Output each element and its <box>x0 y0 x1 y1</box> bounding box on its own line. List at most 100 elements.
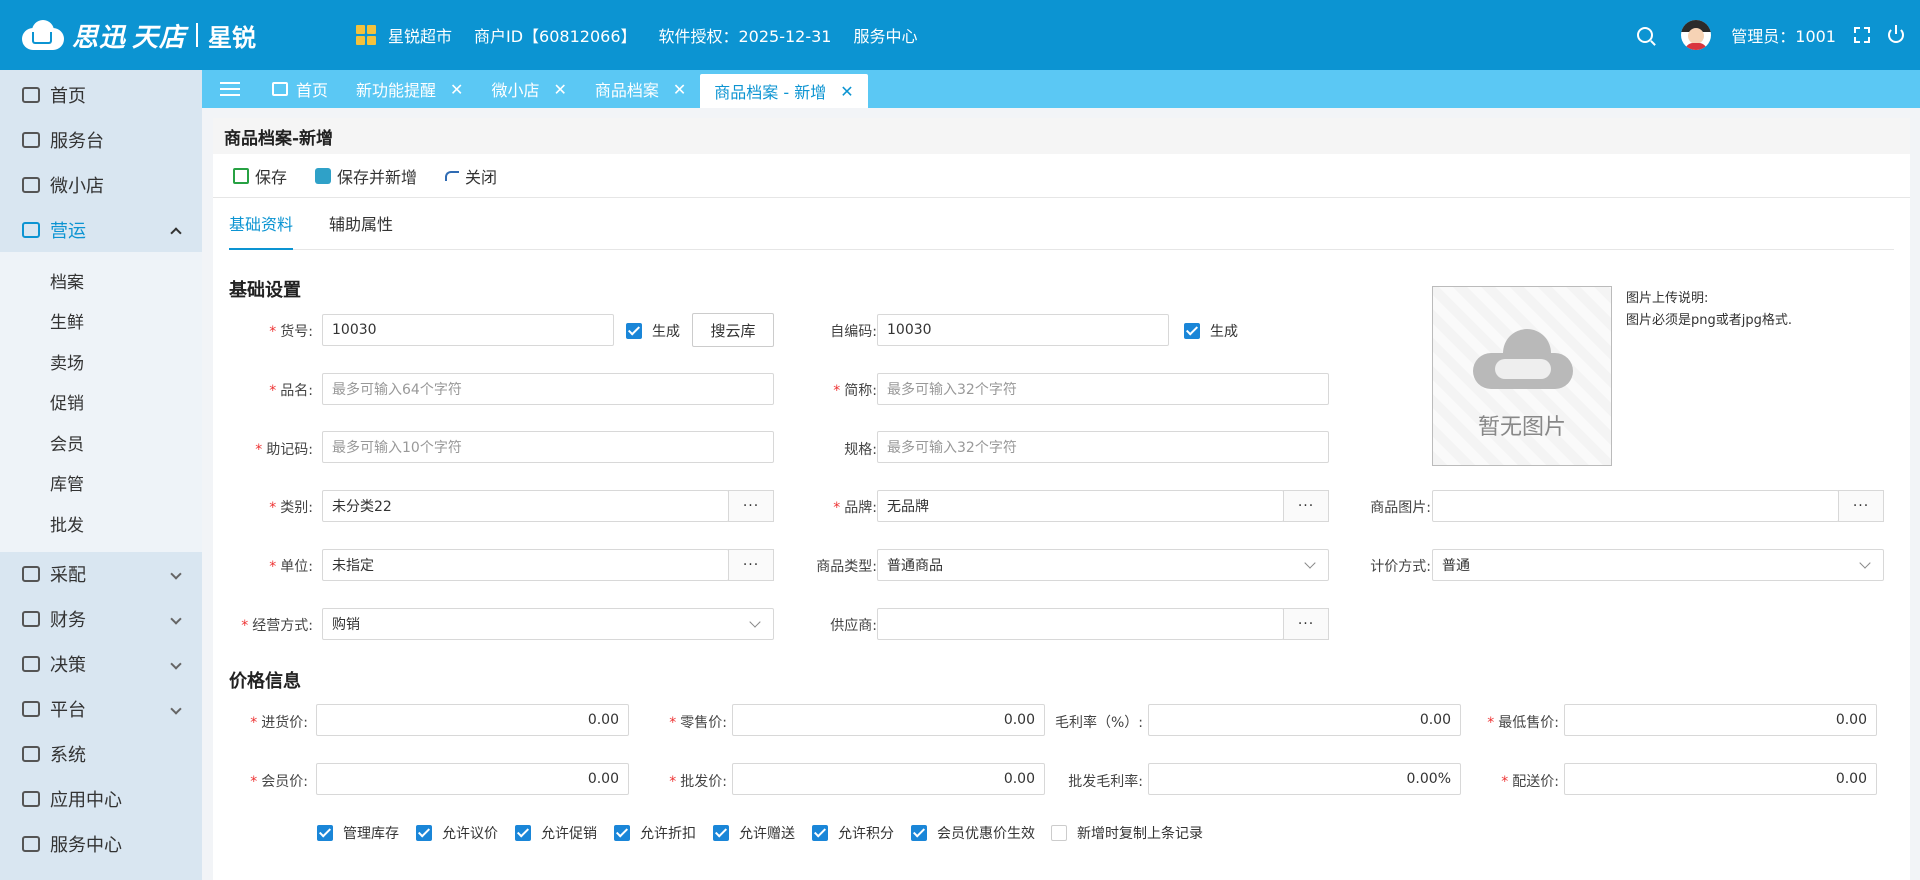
sidebar-item-app-center[interactable]: 应用中心 <box>0 777 202 822</box>
sidebar-item-decision[interactable]: 决策 <box>0 642 202 687</box>
operations-submenu: 档案 生鲜 卖场 促销 会员 库管 批发 <box>0 252 202 552</box>
tab-product-archive[interactable]: 商品档案 ✕ <box>581 70 700 108</box>
sidebar-item-home[interactable]: 首页 <box>0 72 202 117</box>
checkbox-icon <box>812 825 828 841</box>
qr-code-icon[interactable] <box>356 25 376 45</box>
wholesale-price-input[interactable]: 0.00 <box>732 763 1045 795</box>
chevron-down-icon <box>170 567 182 580</box>
tab-bar: 首页 新功能提醒 ✕ 微小店 ✕ 商品档案 ✕ 商品档案 - 新增 ✕ <box>202 70 1920 108</box>
retail-price-input[interactable]: 0.00 <box>732 704 1045 736</box>
option-member-price[interactable]: 会员优惠价生效 <box>911 823 1035 843</box>
sidebar-item-service-center[interactable]: 服务中心 <box>0 822 202 867</box>
option-allow-gift[interactable]: 允许赠送 <box>713 823 795 843</box>
category-picker-button[interactable]: ··· <box>728 490 774 522</box>
mnemonic-input[interactable]: 最多可输入10个字符 <box>322 431 774 463</box>
unit-input[interactable]: 未指定 <box>322 549 729 581</box>
tab-basic-info[interactable]: 基础资料 <box>229 202 294 250</box>
close-button[interactable]: 关闭 <box>445 164 497 188</box>
item-no-label: * 货号: <box>269 324 313 340</box>
store-icon <box>22 176 40 193</box>
generate-code-checkbox[interactable]: 生成 <box>1184 321 1238 341</box>
wholesale-margin-label: 批发毛利率: <box>1068 774 1143 790</box>
monitor-icon <box>22 701 40 717</box>
purchase-price-input[interactable]: 0.00 <box>316 704 629 736</box>
short-name-input[interactable]: 最多可输入32个字符 <box>877 373 1329 405</box>
min-price-input[interactable]: 0.00 <box>1564 704 1877 736</box>
delivery-price-label: * 配送价: <box>1501 774 1559 790</box>
fullscreen-icon[interactable] <box>1854 27 1870 43</box>
close-icon[interactable]: ✕ <box>450 80 463 99</box>
power-icon[interactable] <box>1888 25 1904 43</box>
retail-price-label: * 零售价: <box>669 715 727 731</box>
option-allow-promotion[interactable]: 允许促销 <box>515 823 597 843</box>
checkbox-icon <box>317 825 333 841</box>
sidebar-item-finance[interactable]: 财务 <box>0 597 202 642</box>
tab-micro-store[interactable]: 微小店 ✕ <box>477 70 580 108</box>
sidebar-item-operations[interactable]: 营运 <box>0 207 202 252</box>
option-manage-stock[interactable]: 管理库存 <box>317 823 399 843</box>
product-image-input[interactable] <box>1432 490 1839 522</box>
sidebar-item-procurement[interactable]: 采配 <box>0 552 202 597</box>
avatar[interactable] <box>1681 20 1712 50</box>
margin-rate-input[interactable]: 0.00 <box>1148 704 1461 736</box>
save-button[interactable]: 保存 <box>233 164 287 188</box>
name-input[interactable]: 最多可输入64个字符 <box>322 373 774 405</box>
member-price-input[interactable]: 0.00 <box>316 763 629 795</box>
option-allow-discount[interactable]: 允许折扣 <box>614 823 696 843</box>
tab-product-archive-new[interactable]: 商品档案 - 新增 ✕ <box>700 74 868 108</box>
sidebar-item-micro-store[interactable]: 微小店 <box>0 162 202 207</box>
menu-toggle-icon[interactable] <box>202 70 258 108</box>
goods-type-label: 商品类型: <box>816 559 877 575</box>
search-icon[interactable] <box>1637 27 1654 43</box>
undo-icon <box>445 170 460 181</box>
logo-cloud-icon <box>20 18 66 52</box>
close-icon[interactable]: ✕ <box>553 80 566 99</box>
submenu-floor[interactable]: 卖场 <box>0 341 202 382</box>
brand-input[interactable]: 无品牌 <box>877 490 1284 522</box>
unit-picker-button[interactable]: ··· <box>728 549 774 581</box>
image-preview[interactable]: 暂无图片 <box>1432 286 1612 466</box>
checkbox-icon <box>1184 323 1200 339</box>
business-mode-select[interactable]: 购销 <box>322 608 774 640</box>
generate-checkbox[interactable]: 生成 <box>626 321 680 341</box>
option-copy-last-record[interactable]: 新增时复制上条记录 <box>1051 823 1203 843</box>
search-cloud-button[interactable]: 搜云库 <box>692 313 774 347</box>
submenu-promotion[interactable]: 促销 <box>0 382 202 423</box>
tab-home[interactable]: 首页 <box>258 70 342 108</box>
submenu-wholesale[interactable]: 批发 <box>0 503 202 544</box>
wholesale-margin-input[interactable]: 0.00% <box>1148 763 1461 795</box>
sidebar-item-platform[interactable]: 平台 <box>0 687 202 732</box>
close-icon[interactable]: ✕ <box>673 80 686 99</box>
service-center-link[interactable]: 服务中心 <box>854 23 918 47</box>
supplier-input[interactable] <box>877 608 1284 640</box>
product-image-label: 商品图片: <box>1370 500 1431 516</box>
sidebar-item-system[interactable]: 系统 <box>0 732 202 777</box>
delivery-price-input[interactable]: 0.00 <box>1564 763 1877 795</box>
option-allow-points[interactable]: 允许积分 <box>812 823 894 843</box>
tab-new-features[interactable]: 新功能提醒 ✕ <box>342 70 477 108</box>
supplier-picker-button[interactable]: ··· <box>1283 608 1329 640</box>
image-picker-button[interactable]: ··· <box>1838 490 1884 522</box>
self-code-label: 自编码: <box>830 324 877 340</box>
category-input[interactable]: 未分类22 <box>322 490 729 522</box>
goods-type-select[interactable]: 普通商品 <box>877 549 1329 581</box>
wholesale-price-label: * 批发价: <box>669 774 727 790</box>
save-and-new-button[interactable]: 保存并新增 <box>315 164 417 188</box>
store-name[interactable]: 星锐超市 <box>388 23 452 47</box>
tab-aux-attributes[interactable]: 辅助属性 <box>329 202 393 250</box>
submenu-archive[interactable]: 档案 <box>0 260 202 301</box>
page-title: 商品档案-新增 <box>213 118 1910 154</box>
submenu-fresh[interactable]: 生鲜 <box>0 301 202 342</box>
pricing-method-select[interactable]: 普通 <box>1432 549 1884 581</box>
cart-icon <box>22 566 40 582</box>
self-code-input[interactable]: 10030 <box>877 314 1169 346</box>
sidebar-item-service-desk[interactable]: 服务台 <box>0 117 202 162</box>
option-allow-bargain[interactable]: 允许议价 <box>416 823 498 843</box>
submenu-inventory[interactable]: 库管 <box>0 463 202 504</box>
chart-icon <box>22 221 40 238</box>
spec-input[interactable]: 最多可输入32个字符 <box>877 431 1329 463</box>
submenu-member[interactable]: 会员 <box>0 422 202 463</box>
admin-label[interactable]: 管理员：1001 <box>1731 23 1836 47</box>
item-no-input[interactable]: 10030 <box>322 314 614 346</box>
close-icon[interactable]: ✕ <box>840 82 853 101</box>
